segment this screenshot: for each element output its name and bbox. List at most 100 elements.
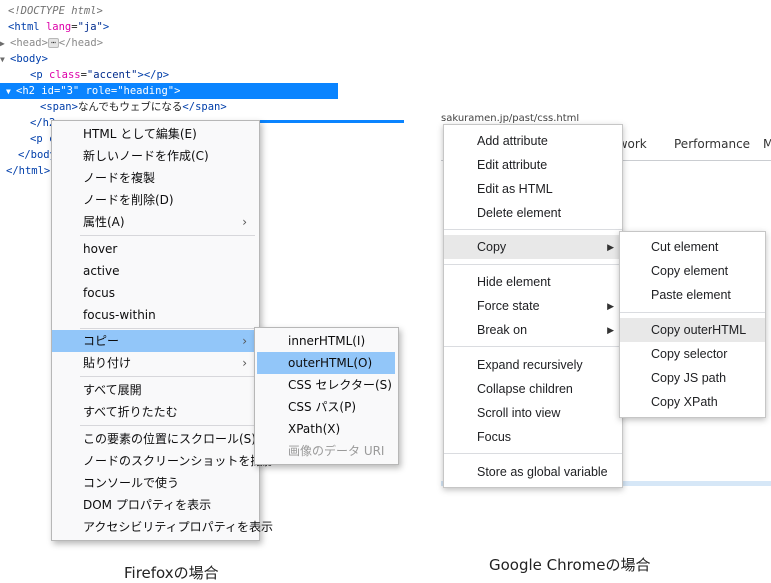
menu-scroll-into-view[interactable]: この要素の位置にスクロール(S) — [52, 428, 259, 450]
h2-id-attr: id — [41, 85, 54, 97]
tab-more[interactable]: M — [763, 137, 771, 151]
html-tag-close: > — [102, 21, 110, 33]
menu-edit-as-html[interactable]: Edit as HTML — [444, 177, 622, 201]
menu-hide-element[interactable]: Hide element — [444, 270, 622, 294]
collapsed-ellipsis-icon[interactable]: ⋯ — [47, 38, 59, 48]
menu-item-label: Edit as HTML — [477, 182, 553, 196]
menu-separator — [444, 346, 622, 347]
menu-copy[interactable]: Copy ▶ — [444, 235, 622, 259]
submenu-copy-xpath[interactable]: Copy XPath — [620, 390, 765, 414]
menu-edit-as-html[interactable]: HTML として編集(E) — [52, 123, 259, 145]
head-node[interactable]: ▶ <head> ⋯ </head> — [0, 35, 338, 51]
html-lang-value: "ja" — [77, 21, 103, 33]
menu-collapse-children[interactable]: Collapse children — [444, 377, 622, 401]
body-node[interactable]: ▼ <body> — [0, 51, 338, 67]
menu-force-state[interactable]: Force state ▶ — [444, 294, 622, 318]
menu-item-label: Copy JS path — [651, 371, 727, 385]
menu-item-label: アクセシビリティプロパティを表示 — [83, 520, 273, 534]
chrome-context-menu: Add attribute Edit attribute Edit as HTM… — [443, 124, 623, 488]
menu-paste[interactable]: 貼り付け › — [52, 352, 259, 374]
submenu-inner-html[interactable]: innerHTML(I) — [255, 330, 398, 352]
submenu-arrow-icon: › — [242, 356, 247, 370]
menu-active[interactable]: active — [52, 260, 259, 282]
submenu-cut-element[interactable]: Cut element — [620, 235, 765, 259]
submenu-xpath[interactable]: XPath(X) — [255, 418, 398, 440]
menu-separator — [80, 376, 255, 377]
submenu-outer-html[interactable]: outerHTML(O) — [257, 352, 395, 374]
menu-duplicate-node[interactable]: ノードを複製 — [52, 167, 259, 189]
submenu-copy-js-path[interactable]: Copy JS path — [620, 366, 765, 390]
menu-delete-element[interactable]: Delete element — [444, 201, 622, 225]
collapse-triangle-icon[interactable]: ▼ — [6, 84, 16, 100]
menu-item-label: 属性(A) — [83, 215, 125, 229]
p-accent-node[interactable]: <p class="accent"></p> — [0, 67, 338, 83]
submenu-arrow-icon: ▶ — [607, 325, 614, 335]
menu-hover[interactable]: hover — [52, 238, 259, 260]
html-end-tag: </html> — [6, 165, 51, 177]
submenu-copy-selector[interactable]: Copy selector — [620, 342, 765, 366]
menu-scroll-into-view[interactable]: Scroll into view — [444, 401, 622, 425]
html-node[interactable]: <html lang="ja"> — [0, 19, 338, 35]
menu-screenshot-node[interactable]: ノードのスクリーンショットを撮影 — [52, 450, 274, 472]
menu-edit-attribute[interactable]: Edit attribute — [444, 153, 622, 177]
menu-expand-all[interactable]: すべて展開 — [52, 379, 259, 401]
menu-item-label: Copy selector — [651, 347, 728, 361]
menu-item-label: focus-within — [83, 308, 156, 322]
h2-node-selected[interactable]: ▼ <h2 id="3" role="heading"> — [0, 83, 338, 99]
span-close-tag: </span> — [182, 101, 227, 113]
menu-show-accessibility-properties[interactable]: アクセシビリティプロパティを表示 — [52, 516, 273, 538]
span-tag: <span> — [40, 101, 78, 113]
menu-item-label: Edit attribute — [477, 158, 548, 172]
h2-tag: <h2 — [16, 85, 35, 97]
collapse-triangle-icon[interactable]: ▼ — [0, 52, 10, 68]
submenu-arrow-icon: ▶ — [607, 242, 614, 252]
menu-item-label: Scroll into view — [477, 406, 561, 420]
expand-triangle-icon[interactable]: ▶ — [0, 36, 10, 52]
menu-break-on[interactable]: Break on ▶ — [444, 318, 622, 342]
menu-item-label: Paste element — [651, 288, 731, 302]
menu-attributes[interactable]: 属性(A) › — [52, 211, 259, 233]
doctype-node[interactable]: <!DOCTYPE html> — [0, 3, 338, 19]
menu-focus[interactable]: focus — [52, 282, 259, 304]
menu-item-label: Copy XPath — [651, 395, 718, 409]
submenu-css-path[interactable]: CSS パス(P) — [255, 396, 398, 418]
menu-create-new-node[interactable]: 新しいノードを作成(C) — [52, 145, 259, 167]
submenu-css-selector[interactable]: CSS セレクター(S) — [255, 374, 398, 396]
menu-separator — [80, 425, 255, 426]
html-tag: <html — [8, 21, 40, 33]
doctype-text: <!DOCTYPE html> — [8, 5, 103, 17]
menu-item-label: 貼り付け — [83, 356, 132, 370]
menu-item-label: Cut element — [651, 240, 719, 254]
submenu-paste-element[interactable]: Paste element — [620, 283, 765, 307]
h2-role-value: "heading" — [117, 85, 175, 97]
menu-copy[interactable]: コピー › — [52, 330, 259, 352]
menu-item-label: Hide element — [477, 275, 551, 289]
span-node[interactable]: <span>なんでもウェブになる</span> — [0, 99, 338, 115]
menu-collapse-all[interactable]: すべて折りたたむ — [52, 401, 259, 423]
menu-delete-node[interactable]: ノードを削除(D) — [52, 189, 259, 211]
menu-item-label: すべて展開 — [83, 383, 142, 397]
menu-item-label: CSS パス(P) — [288, 400, 357, 414]
submenu-copy-outer-html[interactable]: Copy outerHTML — [620, 318, 765, 342]
menu-use-in-console[interactable]: コンソールで使う — [52, 472, 259, 494]
menu-item-label: innerHTML(I) — [288, 334, 366, 348]
menu-add-attribute[interactable]: Add attribute — [444, 129, 622, 153]
menu-store-as-global-variable[interactable]: Store as global variable — [444, 460, 622, 484]
menu-separator — [444, 264, 622, 265]
menu-focus-within[interactable]: focus-within — [52, 304, 259, 326]
menu-show-dom-properties[interactable]: DOM プロパティを表示 — [52, 494, 259, 516]
firefox-caption: Firefoxの場合 — [124, 564, 219, 582]
menu-item-label: focus — [83, 286, 116, 300]
menu-item-label: コピー — [83, 334, 120, 348]
chrome-caption: Google Chromeの場合 — [489, 556, 651, 574]
selection-indicator-bar — [258, 120, 404, 123]
p-class-attr: class — [48, 69, 81, 81]
submenu-arrow-icon: ▶ — [607, 301, 614, 311]
h2-role-attr: role — [85, 85, 111, 97]
menu-expand-recursively[interactable]: Expand recursively — [444, 353, 622, 377]
firefox-context-menu: HTML として編集(E) 新しいノードを作成(C) ノードを複製 ノードを削除… — [51, 120, 274, 541]
tab-performance[interactable]: Performance — [674, 137, 750, 151]
menu-item-label: active — [83, 264, 120, 278]
submenu-copy-element[interactable]: Copy element — [620, 259, 765, 283]
menu-focus[interactable]: Focus — [444, 425, 622, 449]
